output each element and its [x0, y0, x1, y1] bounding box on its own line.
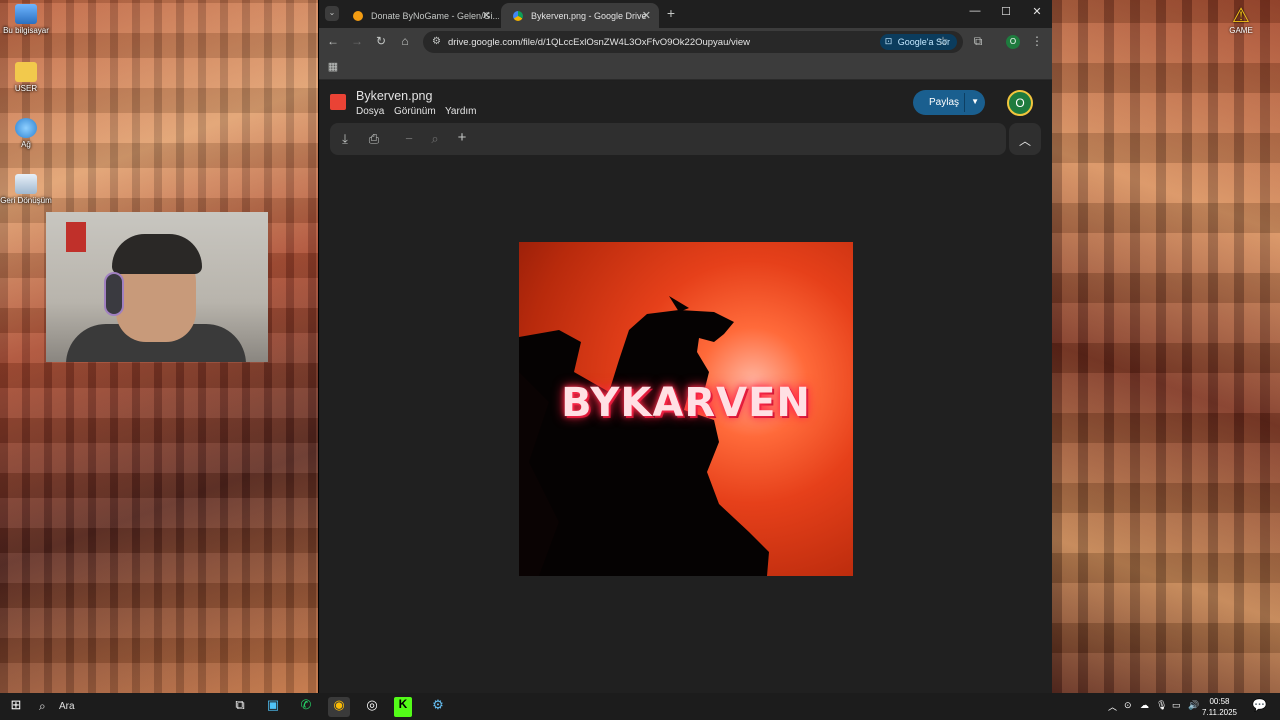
- headset-icon: [104, 272, 124, 316]
- share-divider: [964, 93, 965, 112]
- recycle-bin-icon: [15, 174, 37, 194]
- tab-title: Bykerven.png - Google Drive: [531, 11, 647, 21]
- task-view-icon[interactable]: ⧉: [229, 697, 251, 717]
- zoom-in-icon[interactable]: +: [453, 129, 471, 146]
- extensions-icon[interactable]: ⧉: [970, 34, 986, 49]
- menu-icon[interactable]: ⋮: [1029, 34, 1045, 48]
- close-window-button[interactable]: ✕: [1027, 5, 1047, 18]
- download-icon[interactable]: ⤓: [336, 131, 354, 147]
- taskbar-clock[interactable]: 00:58 7.11.2025: [1202, 696, 1237, 718]
- maximize-button[interactable]: ☐: [996, 5, 1016, 18]
- folder-icon: [15, 62, 37, 82]
- obs-icon[interactable]: ◎: [361, 697, 383, 717]
- bookmarks-bar: ▦: [319, 56, 1052, 80]
- computer-icon: [15, 4, 37, 24]
- home-icon[interactable]: ⌂: [397, 34, 413, 48]
- browser-window: ⌄ Donate ByNoGame - Gelen/Gi... ✕ Bykerv…: [318, 0, 1052, 693]
- navigation-toolbar: ← → ↻ ⌂ ⚙ drive.google.com/file/d/1QLccE…: [319, 28, 1052, 56]
- zoom-reset-icon[interactable]: ⌕: [426, 131, 444, 147]
- url-text: drive.google.com/file/d/1QLccExlOsnZW4L3…: [448, 37, 751, 48]
- forward-icon[interactable]: →: [349, 34, 365, 48]
- desktop-icon-label: Bu bilgisayar: [3, 26, 49, 35]
- site-info-icon[interactable]: ⚙: [432, 36, 441, 47]
- clock-time: 00:58: [1209, 697, 1230, 706]
- kick-icon[interactable]: K: [394, 697, 412, 717]
- windows-start-icon[interactable]: ⊞: [5, 697, 27, 717]
- tab-strip: ⌄ Donate ByNoGame - Gelen/Gi... ✕ Bykerv…: [319, 0, 1052, 28]
- share-label: Paylaş: [929, 97, 960, 108]
- desktop-icon-label: Geri Dönüşüm: [0, 196, 52, 205]
- warning-icon: ⚠: [1232, 5, 1250, 27]
- menu-file[interactable]: Dosya: [356, 106, 384, 117]
- microphone-icon[interactable]: 🎙: [1156, 700, 1167, 711]
- webcam-overlay: [46, 212, 268, 362]
- desktop-icon-recycle-bin[interactable]: Geri Dönüşüm: [0, 174, 52, 210]
- zoom-out-icon[interactable]: −: [400, 131, 418, 146]
- tab-title: Donate ByNoGame - Gelen/Gi...: [371, 11, 499, 21]
- back-icon[interactable]: ←: [325, 34, 341, 48]
- taskbar-search[interactable]: ⌕ Ara: [33, 696, 223, 717]
- preview-title-text: BYKARVEN: [561, 380, 811, 426]
- tray-chevron-icon[interactable]: ︿: [1108, 700, 1117, 713]
- collapse-header-button[interactable]: ︿: [1009, 123, 1041, 155]
- google-drive-favicon-icon: [513, 11, 523, 21]
- desktop-icon-label: USER: [14, 84, 38, 93]
- desktop-icon-game[interactable]: ⚠ GAME: [1226, 6, 1256, 35]
- volume-icon[interactable]: 🔊: [1188, 700, 1199, 711]
- taskbar: ⊞ ⌕ Ara ⧉ ▣ ✆ ◉ ◎ K ⚙ ︿ ⊙ ☁ 🎙 ▭ 🔊 00:58 …: [0, 693, 1280, 720]
- network-icon: [15, 118, 37, 138]
- chrome-icon[interactable]: ◉: [328, 697, 350, 717]
- desktop-wallpaper-right: [1052, 0, 1280, 693]
- google-lens-icon: ⊡: [884, 36, 893, 46]
- steam-icon[interactable]: ⚙: [427, 697, 449, 717]
- desktop-icon-user[interactable]: USER: [0, 62, 52, 93]
- image-file-icon: [330, 94, 346, 110]
- chevron-down-icon[interactable]: ▼: [971, 97, 979, 106]
- account-avatar[interactable]: O: [1007, 90, 1033, 116]
- close-tab-icon[interactable]: ✕: [482, 9, 491, 22]
- reload-icon[interactable]: ↻: [373, 34, 389, 48]
- menu-view[interactable]: Görünüm: [394, 106, 436, 117]
- drive-file-viewer: Bykerven.png Dosya Görünüm Yardım Paylaş…: [319, 81, 1052, 693]
- clock-date: 7.11.2025: [1202, 708, 1237, 717]
- whatsapp-icon[interactable]: ✆: [295, 697, 317, 717]
- tab-search-icon[interactable]: ⌄: [325, 6, 339, 21]
- webcam-person-cap: [112, 234, 202, 274]
- bookmark-star-icon[interactable]: ☆: [935, 34, 951, 48]
- tab-google-drive[interactable]: Bykerven.png - Google Drive ✕: [501, 3, 659, 28]
- network-status-icon[interactable]: ▭: [1172, 700, 1181, 711]
- notifications-icon[interactable]: 💬: [1252, 698, 1267, 712]
- viewer-toolbar: ⤓ ⎙ − ⌕ +: [330, 123, 1006, 155]
- minimize-button[interactable]: —: [965, 5, 985, 17]
- address-bar[interactable]: ⚙ drive.google.com/file/d/1QLccExlOsnZW4…: [423, 31, 963, 53]
- print-icon[interactable]: ⎙: [365, 131, 383, 147]
- apps-grid-icon[interactable]: ▦: [325, 60, 341, 73]
- desktop-icon-label: GAME: [1229, 26, 1253, 35]
- desktop-icon-label: Ağ: [21, 140, 31, 149]
- close-tab-icon[interactable]: ✕: [642, 9, 651, 22]
- cloud-icon[interactable]: ☁: [1140, 700, 1149, 711]
- profile-button[interactable]: O: [1006, 35, 1020, 49]
- image-preview: BYKARVEN: [519, 242, 853, 576]
- desktop-icon-this-pc[interactable]: Bu bilgisayar: [0, 4, 52, 35]
- webcam-background-object: [66, 222, 86, 252]
- tab-donate[interactable]: Donate ByNoGame - Gelen/Gi... ✕: [341, 3, 499, 28]
- bynogame-favicon-icon: [353, 11, 363, 21]
- menu-help[interactable]: Yardım: [445, 106, 477, 117]
- share-button[interactable]: Paylaş ▼: [913, 90, 985, 115]
- microsoft-store-icon[interactable]: ▣: [262, 697, 284, 717]
- tray-app-icon[interactable]: ⊙: [1124, 700, 1132, 711]
- file-title: Bykerven.png: [356, 89, 433, 103]
- search-icon: ⌕: [39, 699, 46, 713]
- desktop-icon-network[interactable]: Ağ: [0, 118, 52, 149]
- search-label: Ara: [59, 701, 75, 712]
- new-tab-button[interactable]: +: [663, 5, 679, 21]
